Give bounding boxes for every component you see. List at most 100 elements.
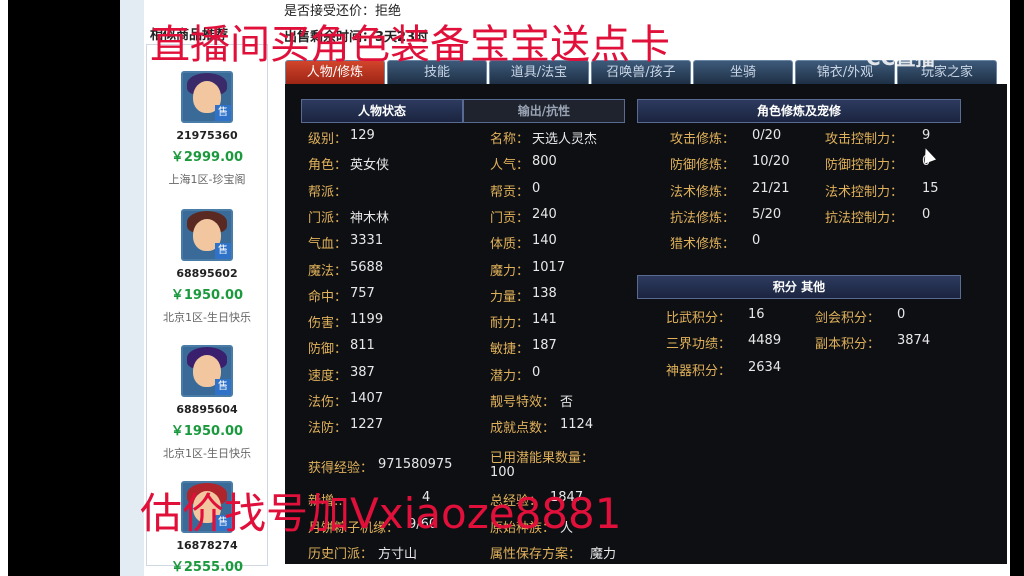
sale-badge: 售	[215, 379, 231, 395]
score-value: 16	[748, 307, 765, 322]
stat-label: 速度：	[308, 368, 348, 384]
section-output-resist[interactable]: 输出/抗性	[463, 99, 625, 123]
list-item[interactable]: 售 21975360 ￥2999.00 上海1区-珍宝阁	[147, 71, 267, 187]
stat-label: 帮派：	[308, 184, 348, 200]
control-label: 抗法控制力：	[825, 210, 904, 226]
stat-label: 人气：	[490, 158, 530, 174]
stat-label: 法伤：	[308, 395, 348, 410]
attr-save-value: 魔力	[590, 547, 617, 562]
stat-value: 387	[350, 364, 375, 380]
stat-label: 命中：	[308, 289, 348, 305]
stat-value: 神木林	[350, 210, 390, 226]
stat-value: 天选人灵杰	[532, 132, 598, 147]
score-value: 2634	[748, 359, 782, 375]
item-price: ￥2555.00	[170, 560, 244, 575]
stat-value: 0	[532, 364, 541, 380]
cultivation-value: 0	[752, 233, 761, 249]
control-value: 9	[922, 128, 931, 143]
avatar[interactable]: 售	[181, 345, 233, 397]
history-school-label: 历史门派：	[308, 547, 374, 562]
item-id[interactable]: 68895604	[147, 403, 267, 416]
stat-value: 138	[532, 285, 557, 301]
cultivation-label: 防御修炼：	[670, 158, 736, 174]
stat-label: 帮贡：	[490, 184, 530, 200]
item-server: 北京1区-生日快乐	[163, 311, 251, 324]
list-item[interactable]: 售 68895602 ￥1950.00 北京1区-生日快乐	[147, 209, 267, 325]
bottom-banner-text: 估价找号加Vxiaoze8881	[140, 489, 622, 538]
control-value: 15	[922, 180, 939, 196]
stat-value: 0	[532, 180, 541, 196]
stat-value: 811	[350, 338, 375, 354]
section-char-status[interactable]: 人物状态	[301, 99, 463, 123]
score-value: 3874	[897, 333, 931, 349]
stat-value: 1017	[532, 259, 566, 275]
control-label: 攻击控制力：	[825, 132, 904, 147]
stat-label: 潜力：	[490, 368, 530, 384]
watermark-logo: CC直播	[866, 46, 936, 70]
stat-label: 成就点数：	[490, 421, 556, 437]
attr-save-label: 属性保存方案：	[490, 547, 582, 562]
score-value: 0	[897, 307, 906, 322]
stat-value: 3331	[350, 233, 384, 249]
item-server: 上海1区-珍宝阁	[168, 173, 246, 186]
stat-label: 气血：	[308, 237, 348, 253]
left-black-bar	[0, 0, 120, 576]
sale-badge: 售	[215, 243, 231, 259]
item-price: ￥1950.00	[170, 288, 244, 303]
control-label: 法术控制力：	[825, 184, 904, 200]
cultivation-label: 法术修炼：	[670, 184, 736, 200]
stat-label: 门派：	[308, 210, 348, 226]
sale-badge: 售	[215, 105, 231, 121]
control-value: 0	[922, 206, 931, 222]
stat-value: 1407	[350, 391, 384, 406]
avatar[interactable]: 售	[181, 71, 233, 123]
score-value: 4489	[748, 333, 782, 349]
watermark-logo: CC直播	[866, 18, 936, 42]
stat-value: 否	[560, 395, 574, 410]
control-label: 防御控制力：	[825, 158, 904, 174]
item-id[interactable]: 68895602	[147, 267, 267, 280]
stat-value: 英女侠	[350, 158, 390, 174]
stat-label: 门贡：	[490, 210, 530, 226]
stat-label: 魔法：	[308, 263, 348, 279]
stat-label: 体质：	[490, 237, 530, 253]
exp-value: 971580975	[378, 457, 453, 472]
history-school-value: 方寸山	[378, 547, 418, 562]
top-banner-text: 直播间买角色装备宝宝送点卡	[150, 22, 670, 68]
left-white-strip	[0, 0, 8, 576]
cultivation-label: 攻击修炼：	[670, 132, 736, 147]
exp-label: 获得经验：	[308, 461, 374, 476]
stat-value: 1124	[560, 417, 594, 433]
stat-label: 伤害：	[308, 316, 348, 332]
score-label: 比武积分：	[666, 311, 732, 326]
stat-label: 魔力：	[490, 263, 530, 279]
stat-label: 角色：	[308, 158, 348, 174]
stat-value: 757	[350, 285, 375, 301]
score-label: 神器积分：	[666, 363, 732, 379]
cultivation-value: 21/21	[752, 180, 790, 196]
stat-label: 力量：	[490, 289, 530, 305]
stat-value: 129	[350, 128, 375, 143]
item-price: ￥2999.00	[170, 150, 244, 165]
potential-value: 100	[490, 465, 515, 480]
cultivation-label: 猎术修炼：	[670, 237, 736, 253]
stat-value: 187	[532, 338, 557, 354]
cultivation-value: 0/20	[752, 128, 782, 143]
potential-label: 已用潜能果数量：	[490, 451, 595, 466]
list-item[interactable]: 售 68895604 ￥1950.00 北京1区-生日快乐	[147, 345, 267, 461]
stat-label: 级别：	[308, 132, 348, 147]
cultivation-label: 抗法修炼：	[670, 210, 736, 226]
stat-label: 防御：	[308, 342, 348, 358]
score-label: 副本积分：	[815, 337, 881, 353]
avatar[interactable]: 售	[181, 209, 233, 261]
tab-mounts[interactable]: 坐骑	[693, 60, 793, 86]
stat-value: 140	[532, 233, 557, 249]
stat-value: 240	[532, 206, 557, 222]
item-id[interactable]: 21975360	[147, 129, 267, 142]
stat-value: 141	[532, 312, 557, 328]
stat-value: 800	[532, 154, 557, 170]
stat-value: 5688	[350, 259, 384, 275]
item-server: 北京1区-生日快乐	[163, 447, 251, 460]
stat-label: 耐力：	[490, 316, 530, 332]
item-price: ￥1950.00	[170, 424, 244, 439]
